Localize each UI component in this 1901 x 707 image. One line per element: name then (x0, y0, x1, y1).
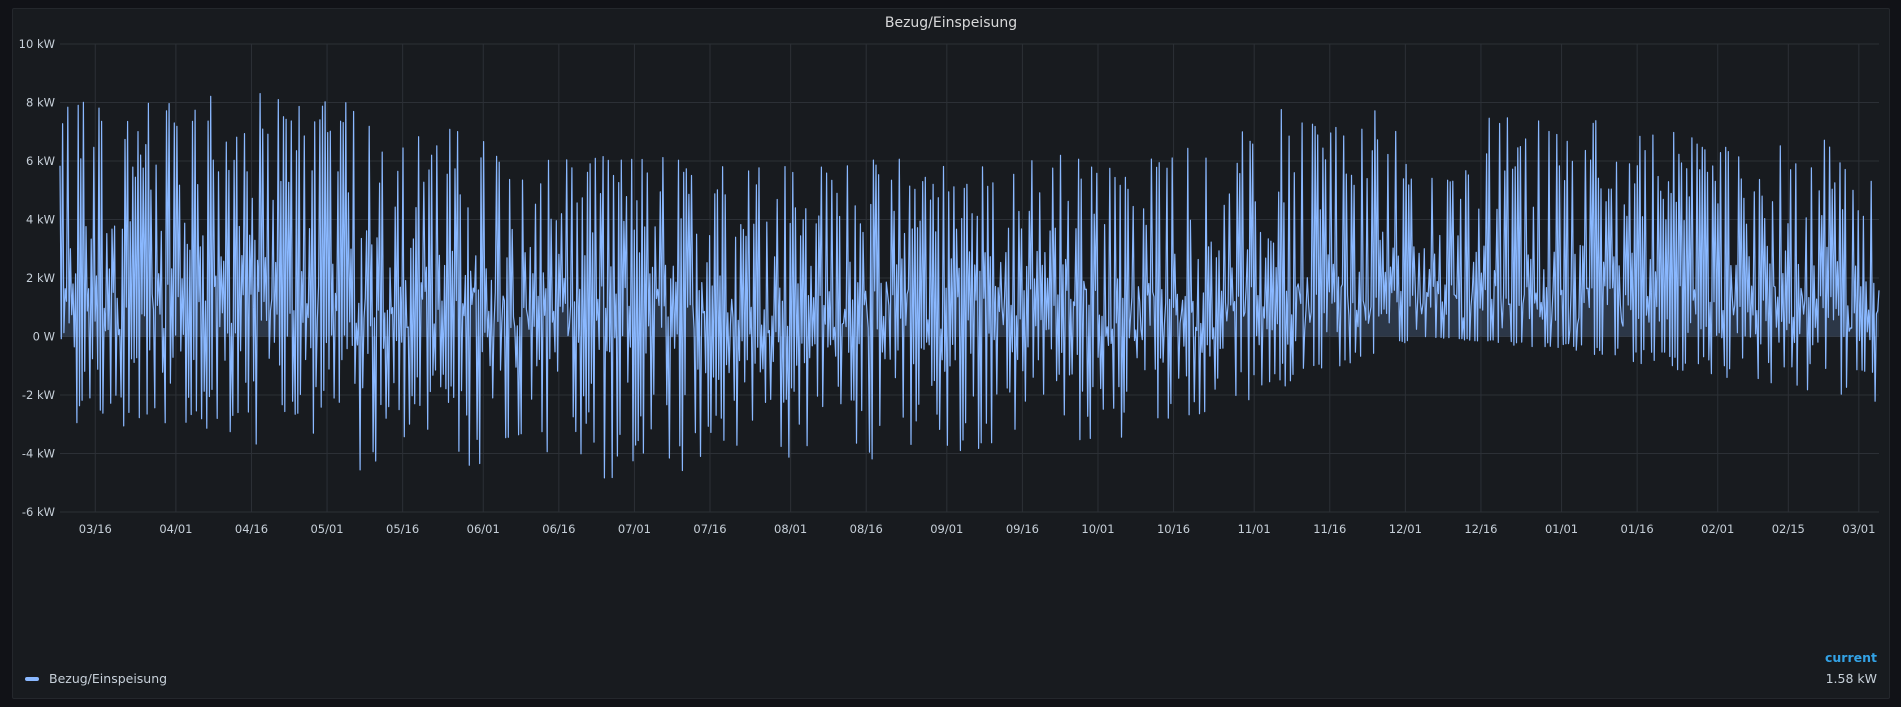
x-tick-label: 02/01 (1701, 522, 1734, 536)
x-tick-label: 02/15 (1772, 522, 1805, 536)
y-tick-label: 8 kW (26, 96, 55, 110)
line-chart[interactable]: 10 kW8 kW6 kW4 kW2 kW0 W-2 kW-4 kW-6 kW … (13, 9, 1891, 700)
x-tick-label: 11/01 (1238, 522, 1271, 536)
y-tick-label: -4 kW (22, 447, 55, 461)
y-axis-ticks: 10 kW 8 kW 6 kW 4 kW 2 kW 0 W -2 kW -4 kW -6 kW (19, 37, 55, 519)
x-tick-label: 07/01 (618, 522, 651, 536)
x-tick-label: 08/01 (774, 522, 807, 536)
x-tick-label: 10/16 (1157, 522, 1190, 536)
x-tick-label: 07/16 (693, 522, 726, 536)
y-tick-label: 0 W (33, 330, 55, 344)
legend-stat-header[interactable]: current (1825, 650, 1877, 665)
y-tick-label: 10 kW (19, 37, 55, 51)
legend-series-name[interactable]: Bezug/Einspeisung (49, 671, 167, 686)
x-tick-label: 01/01 (1545, 522, 1578, 536)
y-tick-label: 6 kW (26, 154, 55, 168)
x-axis-ticks: 03/16 04/01 04/16 05/01 05/16 06/01 06/16 07/01… (79, 522, 1876, 536)
y-tick-label: -2 kW (22, 388, 55, 402)
x-tick-label: 04/16 (235, 522, 268, 536)
y-tick-label: -6 kW (22, 505, 55, 519)
series-layer (59, 93, 1880, 479)
x-tick-label: 03/01 (1842, 522, 1875, 536)
x-tick-label: 11/16 (1313, 522, 1346, 536)
chart-panel: Bezug/Einspeisung 10 kW 8 kW 6 kW 4 kW 2 kW 0… (12, 8, 1890, 699)
x-tick-label: 04/01 (159, 522, 192, 536)
x-tick-label: 03/16 (79, 522, 112, 536)
x-tick-label: 12/16 (1464, 522, 1497, 536)
x-tick-label: 10/01 (1081, 522, 1114, 536)
x-tick-label: 05/01 (310, 522, 343, 536)
x-tick-label: 06/01 (467, 522, 500, 536)
x-tick-label: 05/16 (386, 522, 419, 536)
x-tick-label: 08/16 (850, 522, 883, 536)
x-tick-label: 09/16 (1006, 522, 1039, 536)
x-tick-label: 01/16 (1621, 522, 1654, 536)
legend[interactable]: Bezug/Einspeisung (25, 671, 167, 686)
legend-swatch (25, 676, 39, 681)
x-tick-label: 12/01 (1389, 522, 1422, 536)
x-tick-label: 09/01 (930, 522, 963, 536)
y-tick-label: 4 kW (26, 213, 55, 227)
y-tick-label: 2 kW (26, 271, 55, 285)
legend-stat-value: 1.58 kW (1825, 671, 1877, 686)
x-tick-label: 06/16 (542, 522, 575, 536)
